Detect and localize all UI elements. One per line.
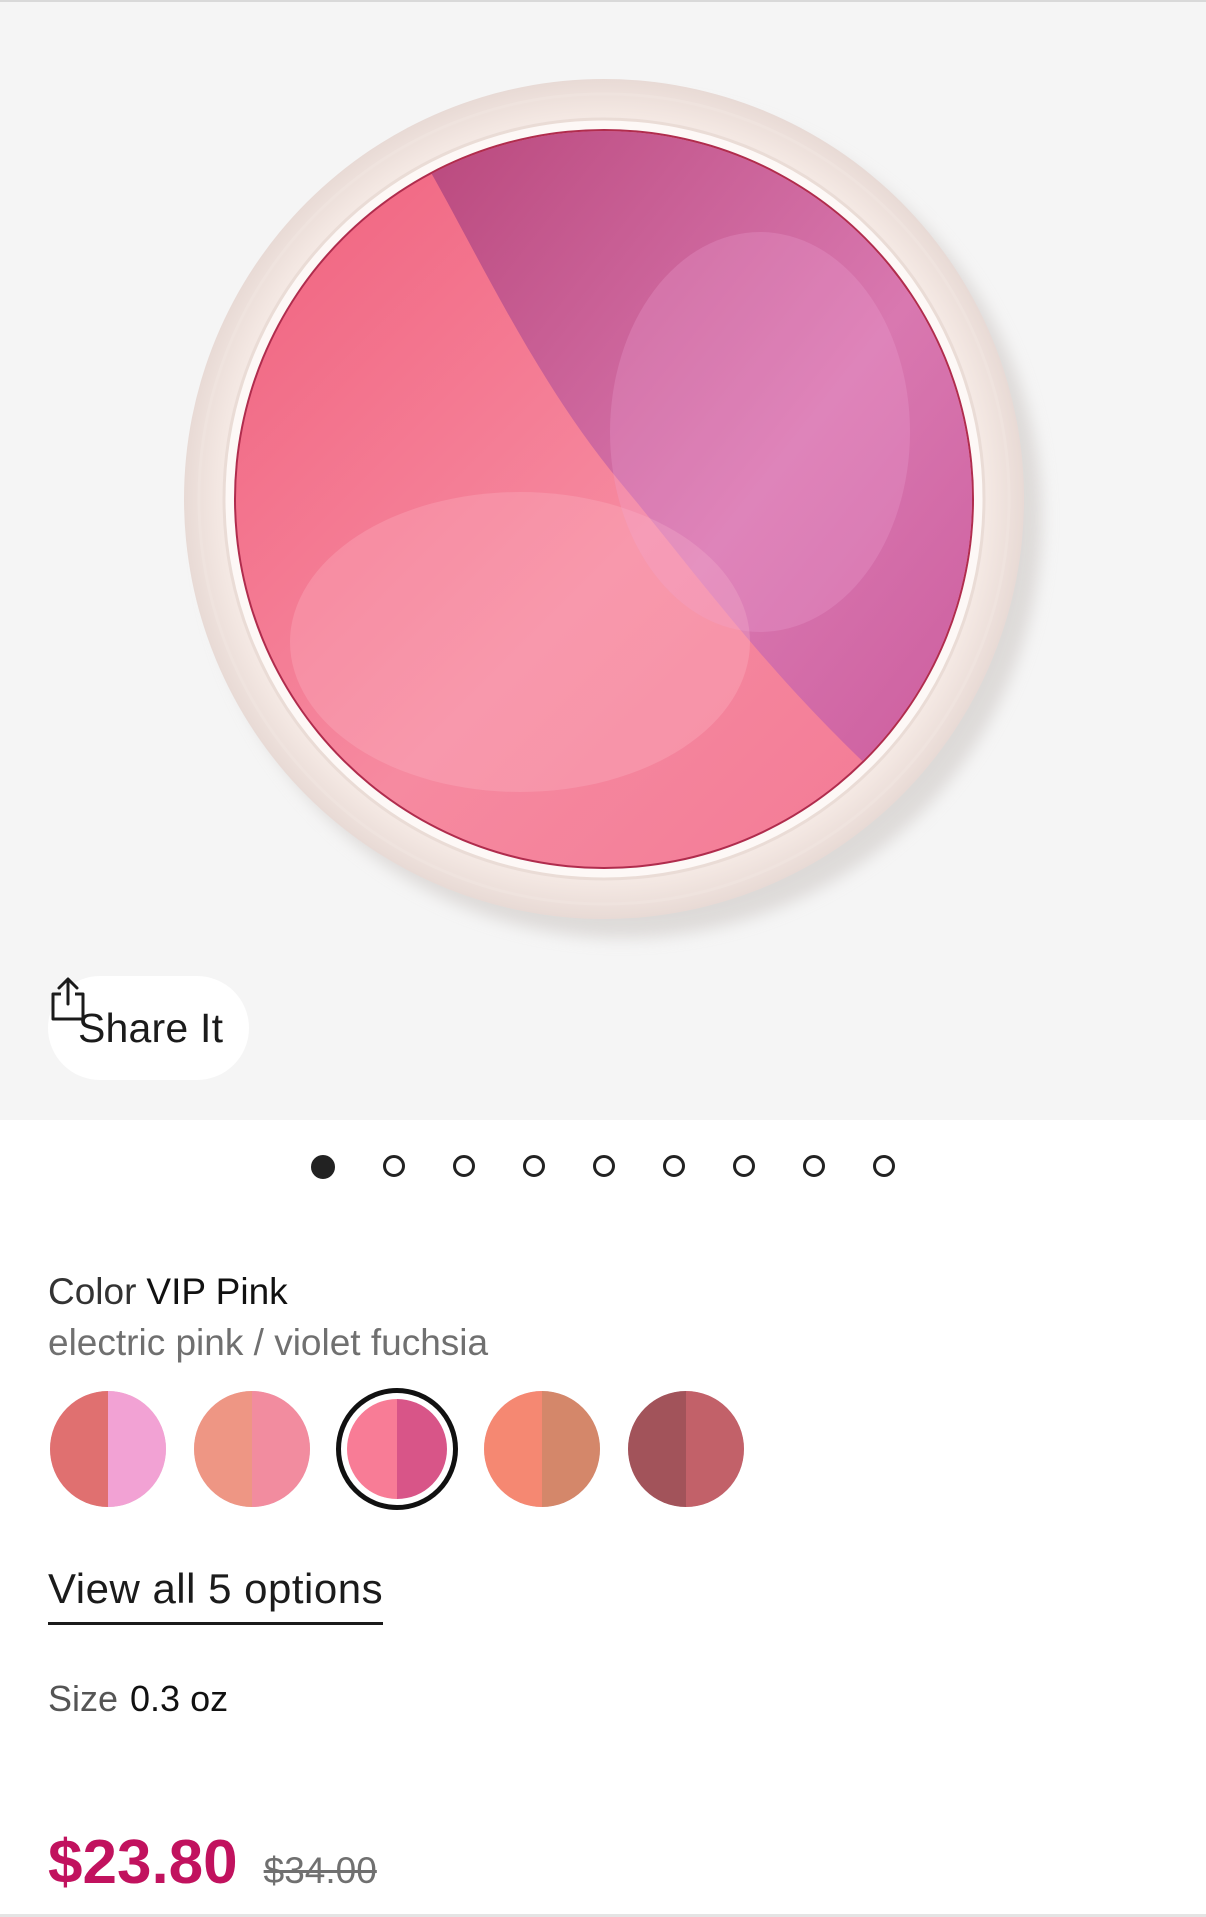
swatch-half-right — [108, 1391, 166, 1507]
swatch-fill — [484, 1391, 600, 1507]
swatch-half-left — [484, 1391, 542, 1507]
color-description: electric pink / violet fuchsia — [48, 1322, 489, 1363]
color-name: VIP Pink — [146, 1271, 288, 1312]
view-all-options-link[interactable]: View all 5 options — [48, 1564, 384, 1625]
sale-price: $23.80 — [48, 1828, 238, 1897]
size-value: 0.3 oz — [130, 1678, 229, 1719]
color-swatch-5[interactable] — [626, 1389, 746, 1509]
color-selection: Color VIP Pink — [48, 1267, 288, 1317]
color-swatch-1[interactable] — [48, 1389, 168, 1509]
share-button[interactable]: Share It — [48, 976, 250, 1080]
color-swatch-2[interactable] — [192, 1389, 312, 1509]
swatch-half-right — [397, 1399, 447, 1499]
swatch-half-left — [194, 1391, 252, 1507]
swatch-fill — [347, 1399, 447, 1499]
gallery-dot-6[interactable] — [663, 1155, 685, 1177]
color-swatch-4[interactable] — [482, 1389, 602, 1509]
gallery-dot-2[interactable] — [383, 1155, 405, 1177]
gallery-dot-4[interactable] — [523, 1155, 545, 1177]
size-info: Size 0.3 oz — [48, 1674, 228, 1724]
color-swatch-3-selected[interactable] — [336, 1388, 458, 1510]
swatch-half-right — [686, 1391, 744, 1507]
size-label: Size — [48, 1678, 119, 1719]
swatch-fill — [628, 1391, 744, 1507]
swatch-half-left — [50, 1391, 108, 1507]
product-image-gallery[interactable]: Share It — [0, 2, 1206, 1120]
gallery-dot-8[interactable] — [803, 1155, 825, 1177]
gallery-dot-5[interactable] — [593, 1155, 615, 1177]
gallery-dot-1[interactable] — [311, 1155, 335, 1179]
swatch-half-right — [542, 1391, 600, 1507]
swatch-half-right — [252, 1391, 310, 1507]
price: $23.80 $34.00 — [48, 1828, 377, 1906]
product-image — [184, 79, 1042, 938]
swatch-half-left — [347, 1399, 397, 1499]
swatch-half-left — [628, 1391, 686, 1507]
gallery-pagination — [0, 1155, 1206, 1179]
share-button-label: Share It — [78, 1004, 224, 1051]
color-label: Color — [48, 1271, 137, 1312]
swatch-fill — [50, 1391, 166, 1507]
gallery-dot-7[interactable] — [733, 1155, 755, 1177]
gallery-dot-3[interactable] — [453, 1155, 475, 1177]
share-icon — [51, 977, 85, 1021]
original-price: $34.00 — [263, 1850, 377, 1891]
product-detail-page: Share It Color VIP Pink electric pink / v… — [0, 0, 1206, 1917]
gallery-dot-9[interactable] — [873, 1155, 895, 1177]
swatch-fill — [194, 1391, 310, 1507]
